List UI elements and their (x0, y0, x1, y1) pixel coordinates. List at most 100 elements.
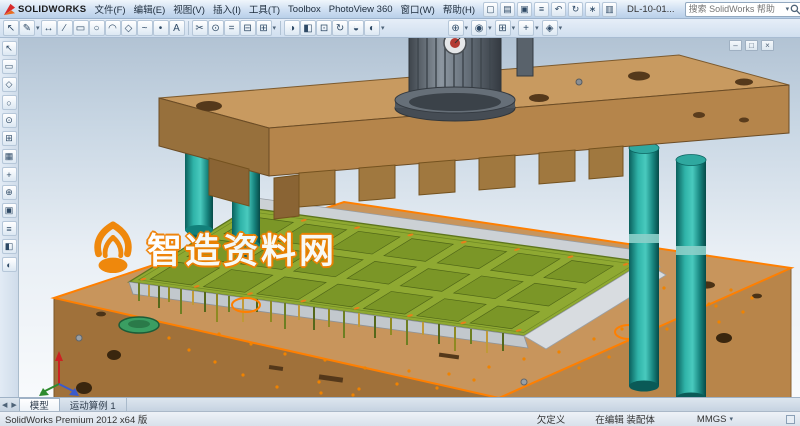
filter-planes-icon[interactable]: ⊞ (2, 131, 17, 146)
dropdown-caret-icon[interactable]: ▾ (558, 24, 564, 32)
app-name: SOLIDWORKS (18, 4, 86, 15)
polygon-icon[interactable]: ◇ (121, 20, 137, 36)
arc-icon[interactable]: ◠ (105, 20, 121, 36)
move-component-icon[interactable]: + (518, 20, 534, 36)
new-icon[interactable]: ▢ (483, 2, 498, 17)
selection-filter-toolbar: ↖ ▭ ◇ ○ ⊙ ⊞ ▦ + ⊕ ▣ ≡ ◧ ◐ (0, 38, 19, 397)
rectangle-icon[interactable]: ▭ (73, 20, 89, 36)
menu-edit[interactable]: 编辑(E) (130, 0, 170, 18)
toolbar-separator (188, 21, 189, 35)
document-window-controls: – □ × (729, 40, 774, 51)
options-icon[interactable]: ∗ (585, 2, 600, 17)
menu-photoview[interactable]: PhotoView 360 (325, 0, 397, 18)
select-filter-icon[interactable]: ↖ (2, 41, 17, 56)
assembly-features-icon[interactable]: ◈ (542, 20, 558, 36)
menu-view[interactable]: 视图(V) (169, 0, 209, 18)
configuration-tab-bar: ◀ ▶ 模型 运动算例 1 (0, 397, 800, 411)
line-icon[interactable]: ∕ (57, 20, 73, 36)
filter-faces-icon[interactable]: ◇ (2, 77, 17, 92)
save-icon[interactable]: ▣ (517, 2, 532, 17)
doc-restore-button[interactable]: □ (745, 40, 758, 51)
rotate-view-icon[interactable]: ↻ (332, 20, 348, 36)
toolbar-separator (280, 21, 281, 35)
task-pane-icon[interactable] (786, 415, 795, 424)
undo-icon[interactable]: ↶ (551, 2, 566, 17)
help-search-box[interactable]: ▾ (685, 2, 800, 17)
menu-tools[interactable]: 工具(T) (245, 0, 284, 18)
dropdown-caret-icon[interactable]: ▾ (534, 24, 540, 32)
file-properties-icon[interactable]: ▥ (602, 2, 617, 17)
filter-mates-icon[interactable]: ≡ (2, 221, 17, 236)
model-canvas[interactable] (19, 38, 800, 397)
tab-scroll-left-icon[interactable]: ◀ (0, 398, 9, 411)
graphics-viewport[interactable]: 智造资料网 – □ × (19, 38, 800, 397)
linear-pattern-icon[interactable]: ⊞ (256, 20, 272, 36)
menu-window[interactable]: 窗口(W) (397, 0, 439, 18)
dropdown-caret-icon[interactable]: ▾ (487, 24, 493, 32)
search-input[interactable] (689, 4, 785, 14)
menu-help[interactable]: 帮助(H) (439, 0, 479, 18)
mirror-entities-icon[interactable]: ⊟ (240, 20, 256, 36)
menu-insert[interactable]: 插入(I) (209, 0, 245, 18)
assembly-toolbar-group: ⊕▾ ◉▾ ⊞▾ +▾ ◈▾ (448, 20, 564, 36)
doc-minimize-button[interactable]: – (729, 40, 742, 51)
open-icon[interactable]: ▤ (500, 2, 515, 17)
trim-entities-icon[interactable]: ✂ (192, 20, 208, 36)
tab-model[interactable]: 模型 (19, 398, 60, 411)
dropdown-caret-icon[interactable]: ▾ (464, 24, 470, 32)
filter-components-icon[interactable]: ▣ (2, 203, 17, 218)
units-label: MMGS (697, 414, 727, 425)
units-selector[interactable]: MMGS ▾ (697, 414, 734, 425)
hide-show-icon[interactable]: ◒ (348, 20, 364, 36)
status-bar: SolidWorks Premium 2012 x64 版 欠定义 在编辑 装配… (0, 411, 800, 426)
search-icon[interactable] (790, 4, 800, 15)
smart-dimension-icon[interactable]: ↔ (41, 20, 57, 36)
dropdown-caret-icon[interactable]: ▾ (511, 24, 517, 32)
tab-motion-study-1[interactable]: 运动算例 1 (60, 398, 127, 411)
filter-surfaces-icon[interactable]: ▦ (2, 149, 17, 164)
filter-section-icon[interactable]: ◧ (2, 239, 17, 254)
dropdown-caret-icon[interactable]: ▾ (35, 24, 41, 32)
circle-icon[interactable]: ○ (89, 20, 105, 36)
doc-close-button[interactable]: × (761, 40, 774, 51)
component-pattern-icon[interactable]: ⊞ (495, 20, 511, 36)
appearance-icon[interactable]: ◐ (364, 20, 380, 36)
solidworks-logo: SOLIDWORKS (0, 3, 90, 16)
status-app-version: SolidWorks Premium 2012 x64 版 (5, 412, 147, 426)
filter-points-icon[interactable]: + (2, 167, 17, 182)
units-caret-icon: ▾ (728, 415, 734, 423)
spline-icon[interactable]: ~ (137, 20, 153, 36)
status-definition: 欠定义 (537, 412, 566, 426)
select-icon[interactable]: ↖ (3, 20, 19, 36)
title-menu-bar: SOLIDWORKS 文件(F) 编辑(E) 视图(V) 插入(I) 工具(T)… (0, 0, 800, 19)
menu-toolbox[interactable]: Toolbox (284, 0, 325, 18)
status-edit-mode: 在编辑 装配体 (595, 412, 655, 426)
print-icon[interactable]: ≡ (534, 2, 549, 17)
dropdown-caret-icon[interactable]: ▾ (380, 24, 386, 32)
filter-origins-icon[interactable]: ⊕ (2, 185, 17, 200)
sketch-toolbar: ↖ ✎ ▾ ↔ ∕ ▭ ○ ◠ ◇ ~ • A ✂ ⊙ = ⊟ ⊞ ▾ ◑ ◧ … (0, 19, 800, 38)
zoom-fit-icon[interactable]: ⊡ (316, 20, 332, 36)
convert-entities-icon[interactable]: ⊙ (208, 20, 224, 36)
display-style-icon[interactable]: ◑ (284, 20, 300, 36)
guide-pillar-right-1[interactable] (629, 143, 659, 392)
offset-entities-icon[interactable]: = (224, 20, 240, 36)
document-name: DL-10-01... (627, 4, 675, 15)
dropdown-caret-icon[interactable]: ▾ (272, 24, 278, 32)
sketch-icon[interactable]: ✎ (19, 20, 35, 36)
point-icon[interactable]: • (153, 20, 169, 36)
solidworks-window: SOLIDWORKS 文件(F) 编辑(E) 视图(V) 插入(I) 工具(T)… (0, 0, 800, 426)
standard-toolbar: ▢ ▤ ▣ ≡ ↶ ↻ ∗ ▥ (483, 2, 617, 17)
insert-component-icon[interactable]: ⊕ (448, 20, 464, 36)
filter-shading-icon[interactable]: ◐ (2, 257, 17, 272)
rebuild-icon[interactable]: ↻ (568, 2, 583, 17)
section-view-icon[interactable]: ◧ (300, 20, 316, 36)
mate-icon[interactable]: ◉ (471, 20, 487, 36)
filter-axes-icon[interactable]: ⊙ (2, 113, 17, 128)
filter-vertices-icon[interactable]: ○ (2, 95, 17, 110)
text-icon[interactable]: A (169, 20, 185, 36)
tab-scroll-right-icon[interactable]: ▶ (9, 398, 18, 411)
filter-edges-icon[interactable]: ▭ (2, 59, 17, 74)
guide-pillar-right-2[interactable] (676, 155, 706, 398)
menu-file[interactable]: 文件(F) (90, 0, 129, 18)
